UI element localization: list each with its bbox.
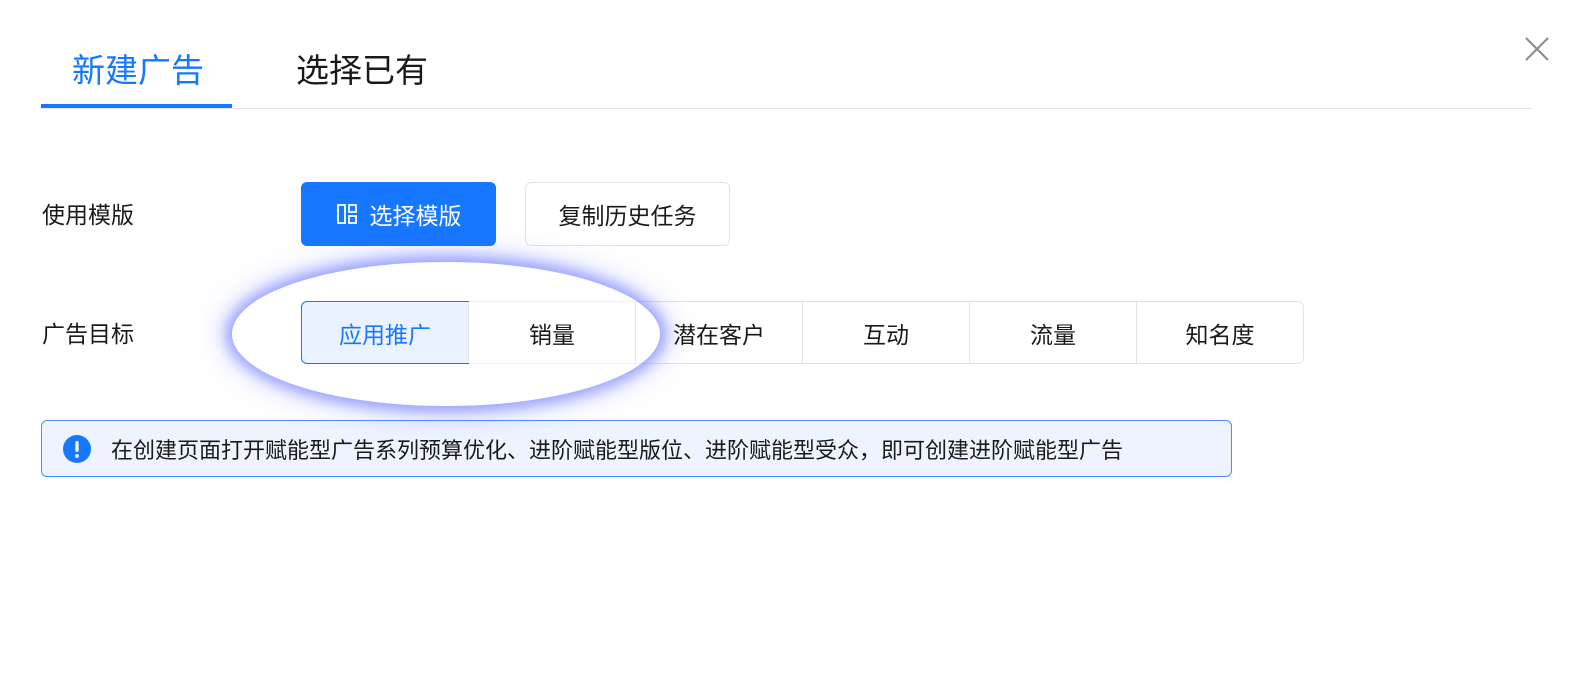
goal-option-awareness[interactable]: 知名度 [1136, 302, 1303, 363]
active-tab-indicator [41, 104, 232, 108]
tab-bar: 新建广告 选择已有 [41, 36, 1533, 109]
tab-new-ad[interactable]: 新建广告 [72, 48, 204, 94]
new-ad-dialog: 新建广告 选择已有 使用模版 选择模版 复制历史任务 广告目标 应用推广 销量 … [0, 0, 1596, 684]
info-alert-text: 在创建页面打开赋能型广告系列预算优化、进阶赋能型版位、进阶赋能型受众，即可创建进… [111, 438, 1124, 464]
info-alert: 在创建页面打开赋能型广告系列预算优化、进阶赋能型版位、进阶赋能型受众，即可创建进… [41, 420, 1232, 477]
tab-select-existing[interactable]: 选择已有 [296, 48, 428, 94]
close-icon[interactable] [1522, 34, 1552, 64]
goal-option-traffic[interactable]: 流量 [969, 302, 1136, 363]
copy-history-task-button[interactable]: 复制历史任务 [525, 182, 730, 246]
exclamation-circle-icon [63, 434, 91, 463]
layout-template-icon [336, 203, 358, 225]
goal-option-engagement[interactable]: 互动 [802, 302, 969, 363]
ad-goal-selector: 应用推广 销量 潜在客户 互动 流量 知名度 [301, 301, 1304, 364]
goal-option-app-promotion[interactable]: 应用推广 [301, 301, 469, 364]
select-template-label: 选择模版 [369, 204, 462, 230]
goal-option-sales[interactable]: 销量 [468, 302, 635, 363]
select-template-button[interactable]: 选择模版 [301, 182, 496, 246]
ad-goal-label: 广告目标 [42, 322, 134, 348]
goal-option-leads[interactable]: 潜在客户 [635, 302, 802, 363]
use-template-label: 使用模版 [42, 203, 134, 229]
